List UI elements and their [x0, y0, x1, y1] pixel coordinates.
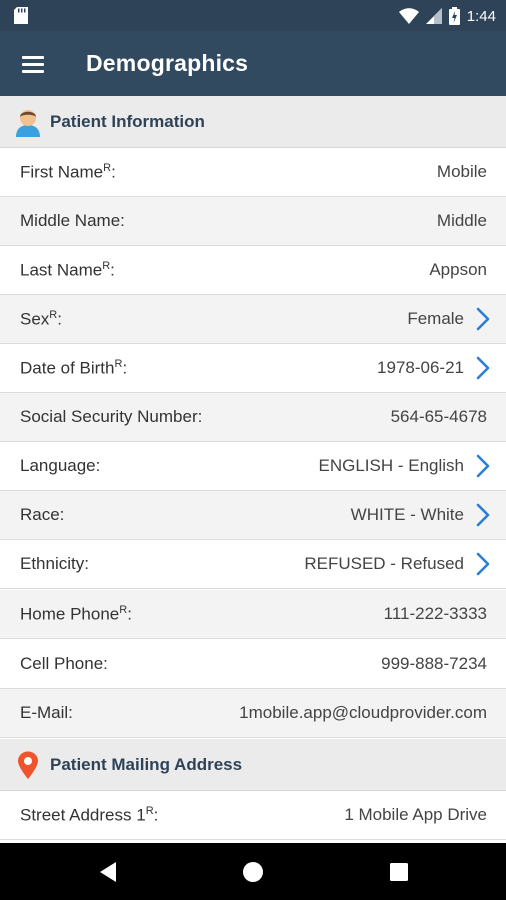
field-label: Street Address 1R:: [20, 804, 159, 825]
field-value: Mobile: [436, 162, 487, 181]
field-value: 111-222-3333: [383, 604, 487, 623]
field-value: 999-888-7234: [381, 654, 487, 673]
field-row-home-phone[interactable]: Home PhoneR: 111-222-3333: [0, 590, 506, 639]
system-navigation-bar: [0, 843, 506, 900]
page-title: Demographics: [86, 50, 249, 76]
field-row-sex[interactable]: SexR: Female: [0, 295, 506, 344]
field-label: Middle Name:: [20, 211, 125, 230]
field-row-email[interactable]: E-Mail: 1mobile.app@cloudprovider.com: [0, 689, 506, 738]
field-label: Last NameR:: [20, 259, 115, 280]
section-title: Patient Mailing Address: [50, 754, 243, 774]
battery-icon: [448, 7, 460, 25]
recents-icon[interactable]: [386, 859, 412, 885]
wifi-icon: [398, 8, 419, 24]
field-value: REFUSED - Refused: [304, 554, 464, 573]
field-label: Language:: [20, 456, 101, 475]
field-label: Date of BirthR:: [20, 357, 128, 378]
chevron-right-icon[interactable]: [474, 503, 492, 527]
field-value: 1 Mobile App Drive: [344, 805, 487, 824]
section-title: Patient Information: [50, 111, 205, 131]
chevron-right-icon[interactable]: [474, 356, 492, 380]
field-row-race[interactable]: Race: WHITE - White: [0, 491, 506, 540]
chevron-right-icon[interactable]: [474, 307, 492, 331]
field-row-first-name[interactable]: First NameR: Mobile: [0, 148, 506, 197]
field-row-cell-phone[interactable]: Cell Phone: 999-888-7234: [0, 640, 506, 689]
signal-icon: [425, 8, 442, 24]
field-label: E-Mail:: [20, 703, 73, 722]
field-label: Home PhoneR:: [20, 603, 132, 624]
field-row-date-of-birth[interactable]: Date of BirthR: 1978-06-21: [0, 344, 506, 393]
field-value: 1978-06-21: [377, 358, 464, 377]
home-icon[interactable]: [240, 859, 266, 885]
app-bar: Demographics: [0, 31, 506, 96]
field-value: ENGLISH - English: [318, 456, 465, 475]
field-row-language[interactable]: Language: ENGLISH - English: [0, 442, 506, 491]
location-pin-icon: [13, 750, 43, 780]
section-header-patient-information: Patient Information: [0, 96, 506, 148]
field-value: Appson: [429, 260, 487, 279]
field-label: Cell Phone:: [20, 654, 108, 673]
field-label: First NameR:: [20, 161, 116, 182]
sd-card-icon: [14, 7, 28, 24]
field-value: WHITE - White: [350, 505, 464, 524]
section-header-mailing-address: Patient Mailing Address: [0, 739, 506, 791]
field-value: 564-65-4678: [390, 407, 487, 426]
patient-avatar-icon: [13, 107, 43, 137]
field-label: Social Security Number:: [20, 407, 203, 426]
chevron-right-icon[interactable]: [474, 454, 492, 478]
field-row-ethnicity[interactable]: Ethnicity: REFUSED - Refused: [0, 540, 506, 589]
status-bar: 1:44: [0, 0, 506, 31]
status-time: 1:44: [466, 7, 496, 25]
field-label: Ethnicity:: [20, 554, 89, 573]
menu-icon[interactable]: [18, 49, 50, 79]
chevron-right-icon[interactable]: [474, 552, 492, 576]
field-row-last-name[interactable]: Last NameR: Appson: [0, 246, 506, 295]
field-value: 1mobile.app@cloudprovider.com: [239, 703, 487, 722]
field-row-ssn[interactable]: Social Security Number: 564-65-4678: [0, 393, 506, 442]
field-label: SexR:: [20, 308, 62, 329]
field-row-street-address-1[interactable]: Street Address 1R: 1 Mobile App Drive: [0, 791, 506, 840]
field-value: Female: [407, 309, 464, 328]
field-value: Middle: [436, 211, 487, 230]
back-icon[interactable]: [96, 859, 122, 885]
field-label: Race:: [20, 505, 65, 524]
field-row-middle-name[interactable]: Middle Name: Middle: [0, 197, 506, 246]
